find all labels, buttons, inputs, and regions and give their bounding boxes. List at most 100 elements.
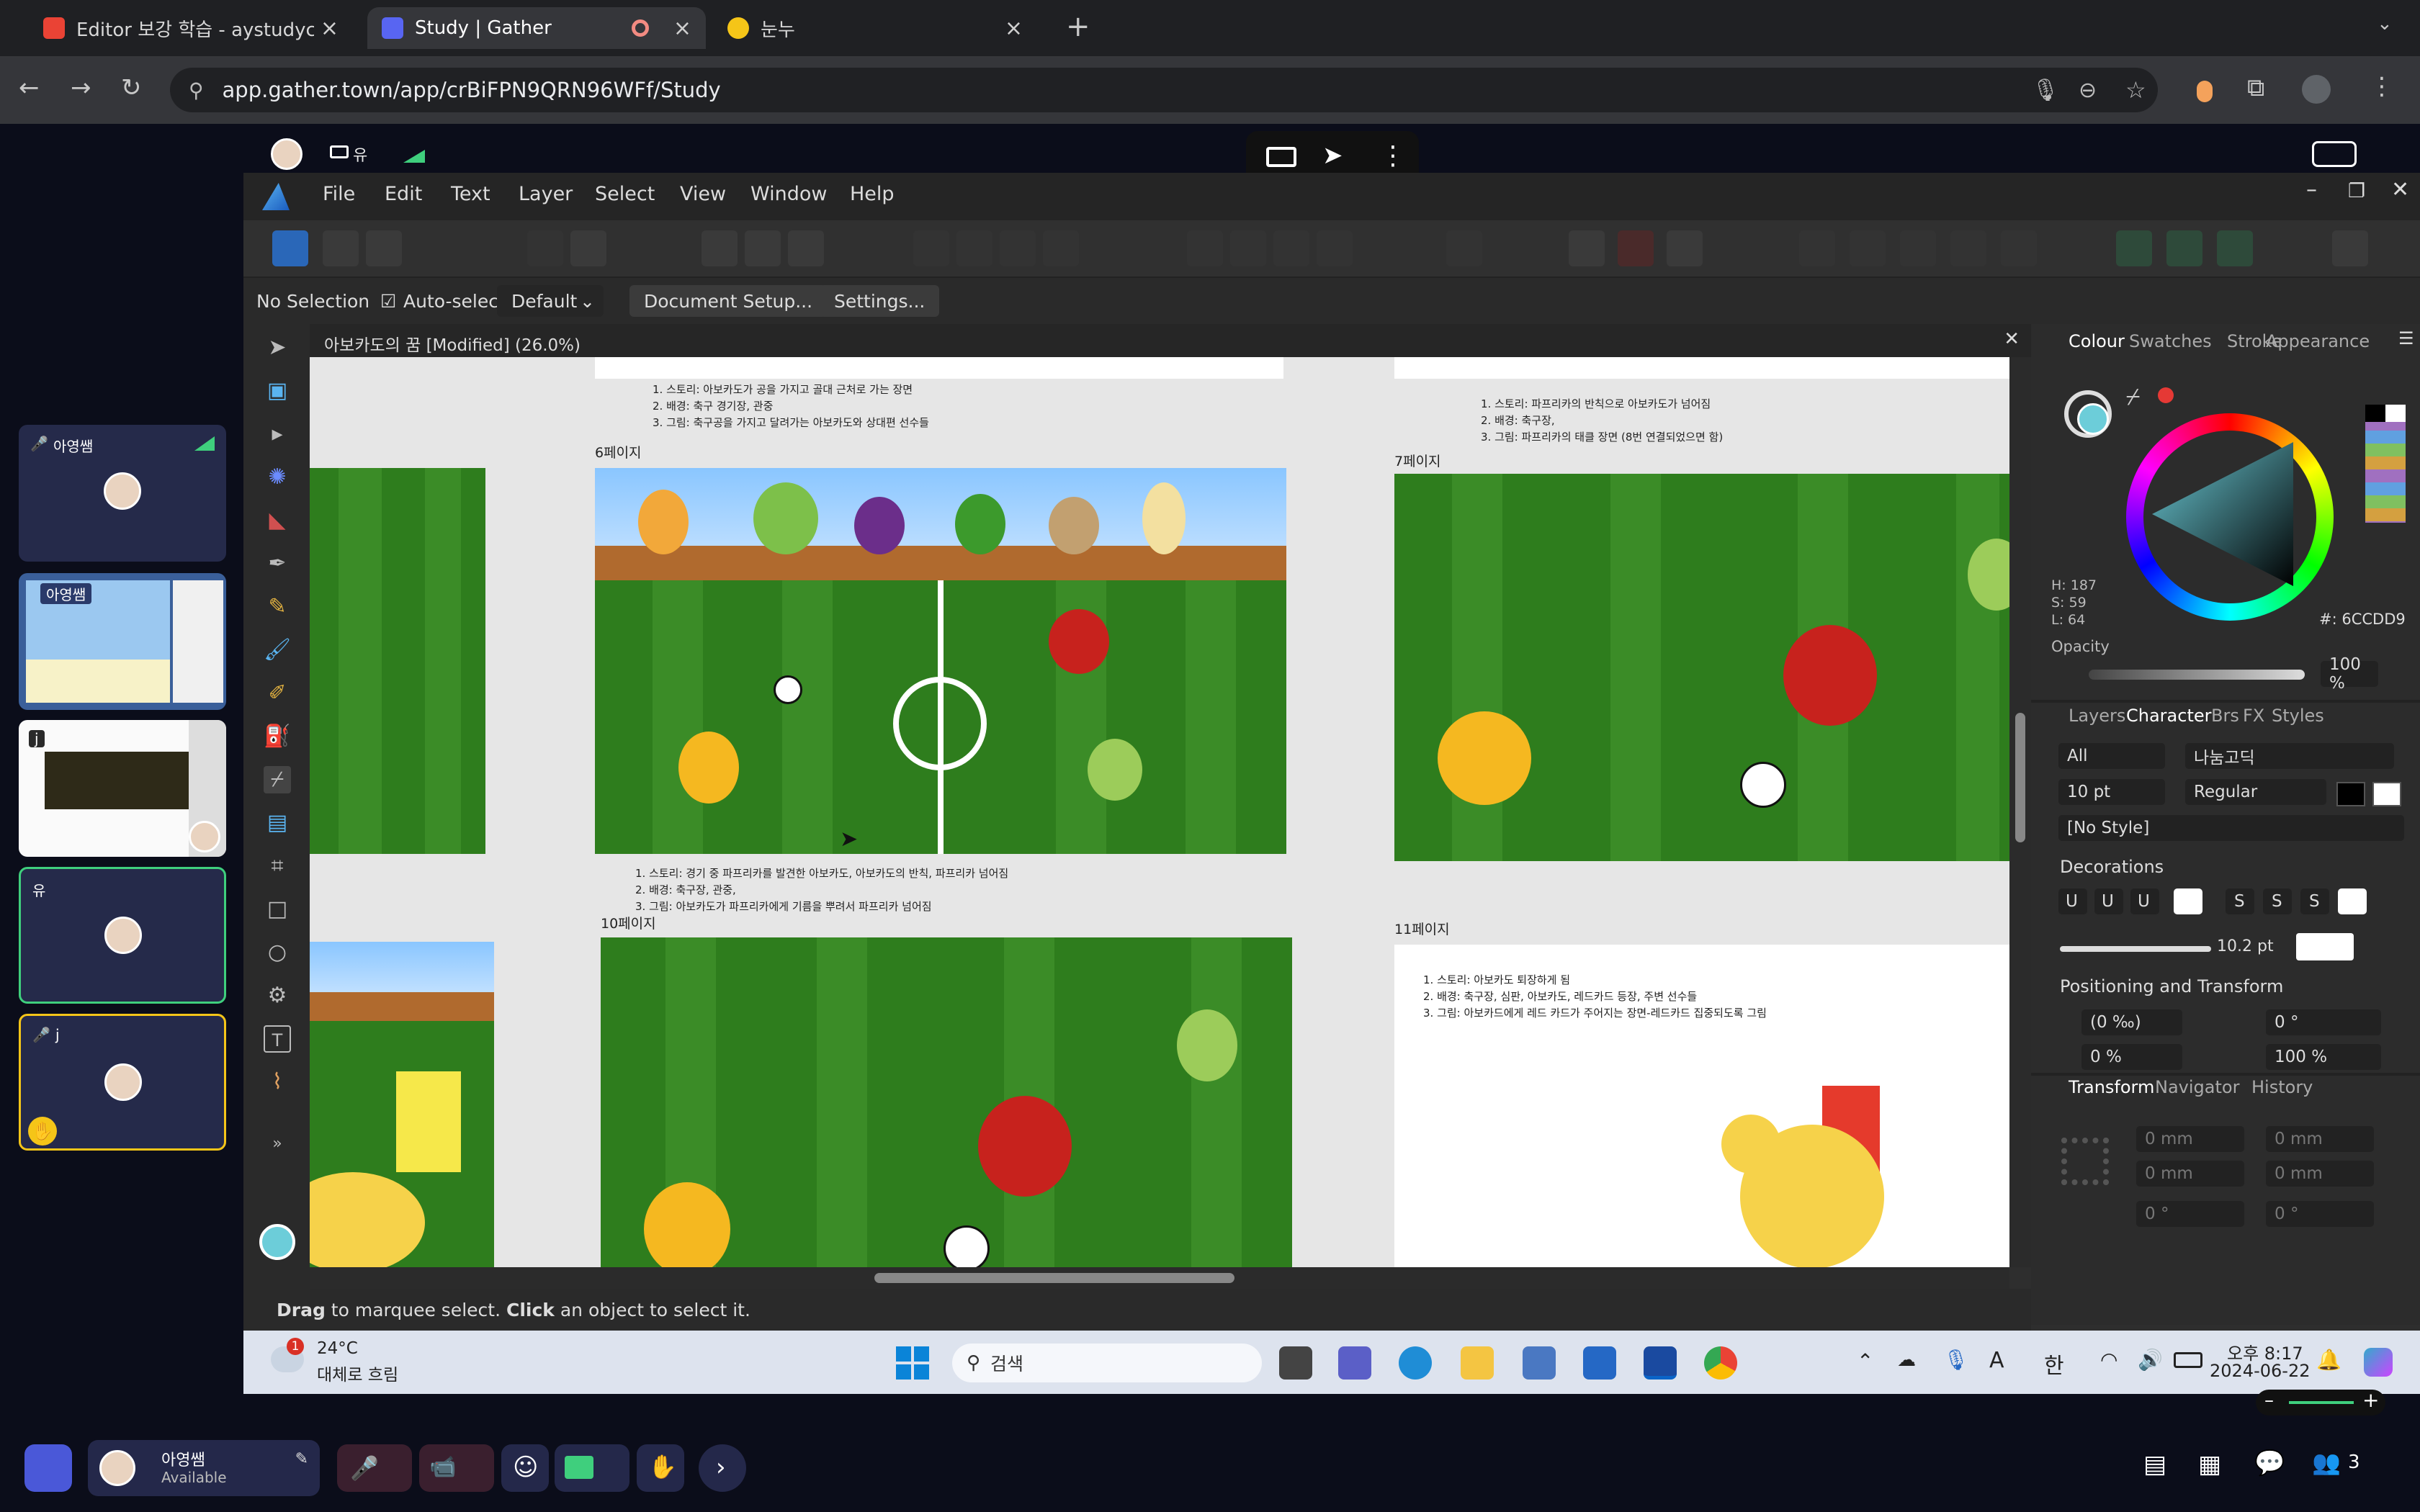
- autoselect-checkbox[interactable]: ☑: [380, 285, 396, 317]
- tab-transform[interactable]: Transform: [2069, 1077, 2154, 1097]
- site-info-icon[interactable]: ⚲: [189, 78, 204, 102]
- zoom-in-icon[interactable]: +: [2362, 1388, 2379, 1412]
- insert-target-icon[interactable]: [1799, 230, 1835, 266]
- colour-swatch-icon[interactable]: [259, 1224, 295, 1260]
- text-tool-icon[interactable]: T: [264, 1025, 291, 1053]
- bookmark-star-icon[interactable]: ☆: [2125, 76, 2146, 104]
- assistant-icon[interactable]: [2116, 230, 2152, 266]
- double-underline-icon[interactable]: U: [2094, 888, 2123, 914]
- transform-w[interactable]: 0 mm: [2266, 1126, 2374, 1152]
- address-bar[interactable]: ⚲ app.gather.town/app/crBiFPN9QRN96WFf/S…: [170, 68, 2158, 112]
- pointer-icon[interactable]: ➤: [1322, 141, 1343, 170]
- task-view-icon[interactable]: [1279, 1346, 1312, 1380]
- triple-strikethrough-icon[interactable]: S: [2300, 888, 2329, 914]
- corner-tool-icon[interactable]: ◣: [264, 507, 291, 534]
- file-explorer-icon[interactable]: [1461, 1346, 1494, 1380]
- text-fill-swatch[interactable]: [2336, 782, 2365, 806]
- affinity-taskbar-icon[interactable]: [1644, 1346, 1677, 1380]
- char-filter-dropdown[interactable]: All: [2058, 743, 2165, 769]
- colour-wheel-icon[interactable]: [2217, 230, 2253, 266]
- opacity-slider[interactable]: [2089, 670, 2305, 680]
- magnet-icon[interactable]: [1667, 230, 1703, 266]
- select-all-icon[interactable]: [745, 230, 781, 266]
- deco-width-slider[interactable]: [2060, 946, 2211, 952]
- layout-toggle-icon[interactable]: [2312, 141, 2357, 167]
- strikethrough-icon[interactable]: S: [2226, 888, 2254, 914]
- reload-icon[interactable]: ↻: [121, 73, 142, 102]
- text-style-dropdown[interactable]: [No Style]: [2058, 815, 2404, 841]
- snapping-red-icon[interactable]: [1618, 230, 1654, 266]
- expand-button[interactable]: ›: [699, 1444, 746, 1492]
- tab-search-icon[interactable]: ⌄: [2377, 13, 2393, 35]
- menu-view[interactable]: View: [680, 183, 726, 205]
- minimize-icon[interactable]: –: [2306, 177, 2317, 202]
- participants-icon[interactable]: 👥: [2312, 1449, 2341, 1476]
- underline-icon[interactable]: U: [2058, 888, 2087, 914]
- raise-hand-button[interactable]: ✋: [637, 1444, 684, 1492]
- anchor-icon[interactable]: [2061, 1138, 2109, 1185]
- strike-colour-swatch[interactable]: [2338, 888, 2367, 914]
- ime-a-indicator[interactable]: A: [1989, 1348, 2004, 1373]
- tracking-field[interactable]: 0 %: [2081, 1044, 2182, 1070]
- tab-swatches[interactable]: Swatches: [2129, 331, 2212, 351]
- boolean-xor-icon[interactable]: [1043, 230, 1079, 266]
- microphone-icon[interactable]: 🎙: [2032, 78, 2059, 103]
- windows-start-icon[interactable]: [896, 1346, 929, 1380]
- skew-field[interactable]: 0 °: [2266, 1009, 2381, 1035]
- user-account-icon[interactable]: [2332, 230, 2368, 266]
- monitor-icon[interactable]: [1266, 147, 1296, 167]
- menu-dots-icon[interactable]: ⋮: [2370, 72, 2394, 101]
- close-document-icon[interactable]: ✕: [2004, 328, 2020, 350]
- tab-navigator[interactable]: Navigator: [2155, 1077, 2239, 1097]
- close-tab-icon[interactable]: ×: [1005, 16, 1023, 41]
- mic-toggle-button[interactable]: 🎤: [337, 1444, 412, 1492]
- close-tab-icon[interactable]: ×: [673, 16, 691, 41]
- screen-share-button[interactable]: [555, 1444, 629, 1492]
- tab-character[interactable]: Character: [2126, 706, 2212, 726]
- autoselect-dropdown[interactable]: Default ⌄: [497, 285, 604, 317]
- rectangle-tool-icon[interactable]: □: [264, 896, 291, 923]
- transform-rotation[interactable]: 0 °: [2136, 1201, 2244, 1227]
- puzzle-icon[interactable]: ⧉: [2247, 73, 2264, 102]
- battery-icon[interactable]: [2174, 1352, 2202, 1368]
- transform-x[interactable]: 0 mm: [2136, 1126, 2244, 1152]
- browser-tab-gmail[interactable]: Editor 보강 학습 - aystudycafe ×: [29, 7, 353, 49]
- tab-colour[interactable]: Colour: [2069, 331, 2125, 351]
- font-weight-dropdown[interactable]: Regular: [2185, 779, 2326, 805]
- ellipse-tool-icon[interactable]: ○: [264, 939, 291, 966]
- document-setup-button[interactable]: Document Setup...: [629, 285, 828, 317]
- transform-shear[interactable]: 0 °: [2266, 1201, 2374, 1227]
- calendar-icon[interactable]: ▦: [2198, 1450, 2221, 1479]
- clock-date[interactable]: 2024-06-22: [2210, 1361, 2310, 1381]
- positioning-header[interactable]: Positioning and Transform: [2060, 976, 2283, 996]
- tab-fx[interactable]: FX: [2243, 706, 2264, 726]
- export-persona-icon[interactable]: [366, 230, 402, 266]
- gather-menu-icon[interactable]: [24, 1444, 72, 1492]
- move-tool-icon[interactable]: ➤: [264, 334, 291, 361]
- mail-icon[interactable]: [1583, 1346, 1616, 1380]
- scale-field[interactable]: 100 %: [2266, 1044, 2381, 1070]
- group-icon[interactable]: [788, 230, 824, 266]
- emoji-button[interactable]: ☺: [501, 1444, 549, 1492]
- close-window-icon[interactable]: ✕: [2391, 177, 2409, 202]
- insert-front-icon[interactable]: [1950, 230, 1986, 266]
- menu-edit[interactable]: Edit: [385, 183, 422, 205]
- menu-window[interactable]: Window: [750, 183, 827, 205]
- tab-brushes[interactable]: Brs: [2211, 706, 2239, 726]
- transform-y[interactable]: 0 mm: [2136, 1161, 2244, 1187]
- new-tab-icon[interactable]: +: [1066, 10, 1090, 43]
- copilot-icon[interactable]: [2364, 1348, 2393, 1377]
- insert-behind-icon[interactable]: [1900, 230, 1936, 266]
- deco-width-value[interactable]: 10.2 pt: [2217, 937, 2274, 955]
- taskbar-search[interactable]: ⚲ 검색: [952, 1344, 1262, 1382]
- colour-picker-icon[interactable]: ⌿: [2126, 383, 2140, 411]
- pixel-brush-icon[interactable]: ✐: [264, 680, 291, 707]
- stroke-swatch-icon[interactable]: [2077, 403, 2109, 435]
- scroll-thumb[interactable]: [874, 1273, 1234, 1283]
- arrange-icon[interactable]: [1446, 230, 1482, 266]
- double-strikethrough-icon[interactable]: S: [2263, 888, 2292, 914]
- white-swatch[interactable]: [2385, 405, 2406, 422]
- gear-icon[interactable]: [570, 230, 606, 266]
- zoom-slider[interactable]: [2289, 1401, 2354, 1404]
- decorations-header[interactable]: Decorations: [2060, 857, 2164, 877]
